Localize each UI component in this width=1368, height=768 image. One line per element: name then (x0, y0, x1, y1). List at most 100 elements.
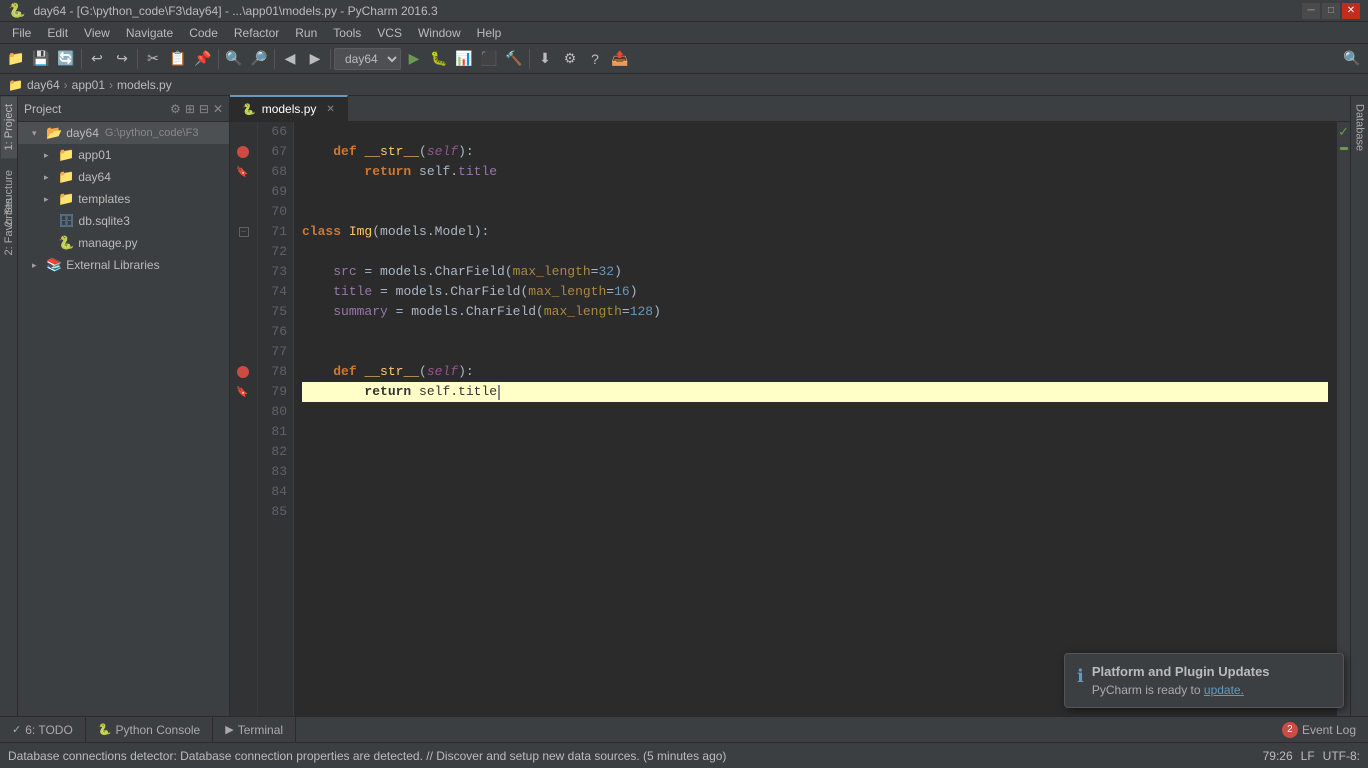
build-button[interactable]: 🔨 (502, 47, 526, 71)
search-everywhere-button[interactable]: 🔍 (1340, 47, 1364, 71)
menu-run[interactable]: Run (287, 24, 325, 42)
tree-label-db: db.sqlite3 (79, 214, 130, 228)
breadcrumb-file[interactable]: models.py (117, 78, 172, 92)
event-log-tab[interactable]: 2 Event Log (1270, 717, 1368, 742)
sdk-config-button[interactable]: ⚙ (558, 47, 582, 71)
close-sidebar-icon[interactable]: ✕ (213, 102, 223, 116)
terminal-tab[interactable]: ▶ Terminal (213, 717, 296, 742)
findnext-button[interactable]: 🔎 (247, 47, 271, 71)
code-line-77 (302, 342, 1328, 362)
settings-icon[interactable]: ⚙ (170, 102, 181, 116)
tree-item-day64[interactable]: ▾ 📂 day64 G:\python_code\F3 (18, 122, 229, 144)
undo-button[interactable]: ↩ (85, 47, 109, 71)
menu-help[interactable]: Help (469, 24, 510, 42)
paste-button[interactable]: 📌 (191, 47, 215, 71)
menu-edit[interactable]: Edit (39, 24, 76, 42)
file-icon-manage: 🐍 (58, 235, 74, 251)
help-button[interactable]: ? (583, 47, 607, 71)
todo-tab[interactable]: ✓ 6: TODO (0, 717, 86, 742)
gutter-82 (230, 442, 257, 462)
gutter-67[interactable] (230, 142, 257, 162)
gutter: 🔖 − 🔖 (230, 122, 258, 716)
python-console-tab[interactable]: 🐍 Python Console (86, 717, 213, 742)
event-log-label: Event Log (1302, 723, 1356, 737)
tree-item-manage[interactable]: 🐍 manage.py (18, 232, 229, 254)
bottom-panel: ✓ 6: TODO 🐍 Python Console ▶ Terminal 2 … (0, 716, 1368, 742)
notification-content: Platform and Plugin Updates PyCharm is r… (1092, 664, 1270, 697)
expand-icon[interactable]: ⊞ (185, 102, 195, 116)
close-button[interactable]: ✕ (1342, 3, 1360, 19)
menu-tools[interactable]: Tools (325, 24, 369, 42)
gutter-75 (230, 302, 257, 322)
open-project-button[interactable]: 📁 (4, 47, 28, 71)
debug-button[interactable]: 🐛 (427, 47, 451, 71)
copy-button[interactable]: 📋 (166, 47, 190, 71)
menu-vcs[interactable]: VCS (369, 24, 410, 42)
vcs-update-button[interactable]: ⬇ (533, 47, 557, 71)
gutter-79[interactable]: 🔖 (230, 382, 257, 402)
minimize-button[interactable]: ─ (1302, 3, 1320, 19)
code-line-72 (302, 242, 1328, 262)
gutter-77 (230, 342, 257, 362)
python-console-label: Python Console (116, 723, 201, 737)
tree-path-day64: G:\python_code\F3 (105, 127, 199, 139)
breadcrumb-day64[interactable]: day64 (27, 78, 60, 92)
editor-area: 🐍 models.py ✕ 🔖 − (230, 96, 1350, 716)
notification-link[interactable]: update. (1204, 683, 1244, 697)
gutter-68[interactable]: 🔖 (230, 162, 257, 182)
status-position[interactable]: 79:26 (1263, 749, 1293, 763)
toolbar: 📁 💾 🔄 ↩ ↪ ✂ 📋 📌 🔍 🔎 ◀ ▶ day64 ▶ 🐛 📊 ⬛ 🔨 … (0, 44, 1368, 74)
notification-title: Platform and Plugin Updates (1092, 664, 1270, 679)
gutter-78[interactable] (230, 362, 257, 382)
stop-button[interactable]: ⬛ (477, 47, 501, 71)
tree-item-templates[interactable]: ▸ 📁 templates (18, 188, 229, 210)
code-line-83 (302, 462, 1328, 482)
code-line-69 (302, 182, 1328, 202)
favorites-tab[interactable]: 2: Favorites (1, 190, 17, 263)
redo-button[interactable]: ↪ (110, 47, 134, 71)
tab-close-icon[interactable]: ✕ (326, 104, 334, 115)
back-button[interactable]: ◀ (278, 47, 302, 71)
breadcrumb-app01[interactable]: app01 (72, 78, 105, 92)
run-with-coverage[interactable]: 📊 (452, 47, 476, 71)
maximize-button[interactable]: □ (1322, 3, 1340, 19)
collapse-icon[interactable]: ⊟ (199, 102, 209, 116)
menu-navigate[interactable]: Navigate (118, 24, 181, 42)
menu-refactor[interactable]: Refactor (226, 24, 287, 42)
gutter-71[interactable]: − (230, 222, 257, 242)
share-button[interactable]: 📤 (608, 47, 632, 71)
cut-button[interactable]: ✂ (141, 47, 165, 71)
run-config-dropdown[interactable]: day64 (334, 48, 401, 70)
tab-models-py[interactable]: 🐍 models.py ✕ (230, 95, 348, 121)
code-content[interactable]: def __str__(self): return self.title cla… (294, 122, 1336, 716)
code-line-84 (302, 482, 1328, 502)
editor-scrollbar[interactable]: ✓ (1336, 122, 1350, 716)
tree-item-app01[interactable]: ▸ 📁 app01 (18, 144, 229, 166)
sync-button[interactable]: 🔄 (54, 47, 78, 71)
arrow-right-icon-extlibs: ▸ (32, 260, 46, 271)
save-button[interactable]: 💾 (29, 47, 53, 71)
run-button[interactable]: ▶ (402, 47, 426, 71)
tab-label: models.py (262, 102, 317, 116)
menu-view[interactable]: View (76, 24, 118, 42)
project-label: Project (24, 102, 166, 116)
find-button[interactable]: 🔍 (222, 47, 246, 71)
status-bar: Database connections detector: Database … (0, 742, 1368, 768)
code-line-79: return self.title (302, 382, 1328, 402)
tree-item-db[interactable]: 🗄 db.sqlite3 (18, 210, 229, 232)
status-linesep[interactable]: LF (1301, 749, 1315, 763)
code-line-67: def __str__(self): (302, 142, 1328, 162)
status-encoding[interactable]: UTF-8: (1323, 749, 1360, 763)
menu-file[interactable]: File (4, 24, 39, 42)
tree-item-day64sub[interactable]: ▸ 📁 day64 (18, 166, 229, 188)
forward-button[interactable]: ▶ (303, 47, 327, 71)
fold-71: − (239, 227, 249, 237)
breakpoint-78 (237, 366, 249, 378)
tree-item-extlibs[interactable]: ▸ 📚 External Libraries (18, 254, 229, 276)
menu-code[interactable]: Code (181, 24, 226, 42)
database-tab[interactable]: Database (1352, 96, 1368, 159)
arrow-right-icon-app01: ▸ (44, 150, 58, 161)
project-tab[interactable]: 1: Project (1, 96, 17, 158)
menu-window[interactable]: Window (410, 24, 469, 42)
notification-text: PyCharm is ready to (1092, 683, 1204, 697)
